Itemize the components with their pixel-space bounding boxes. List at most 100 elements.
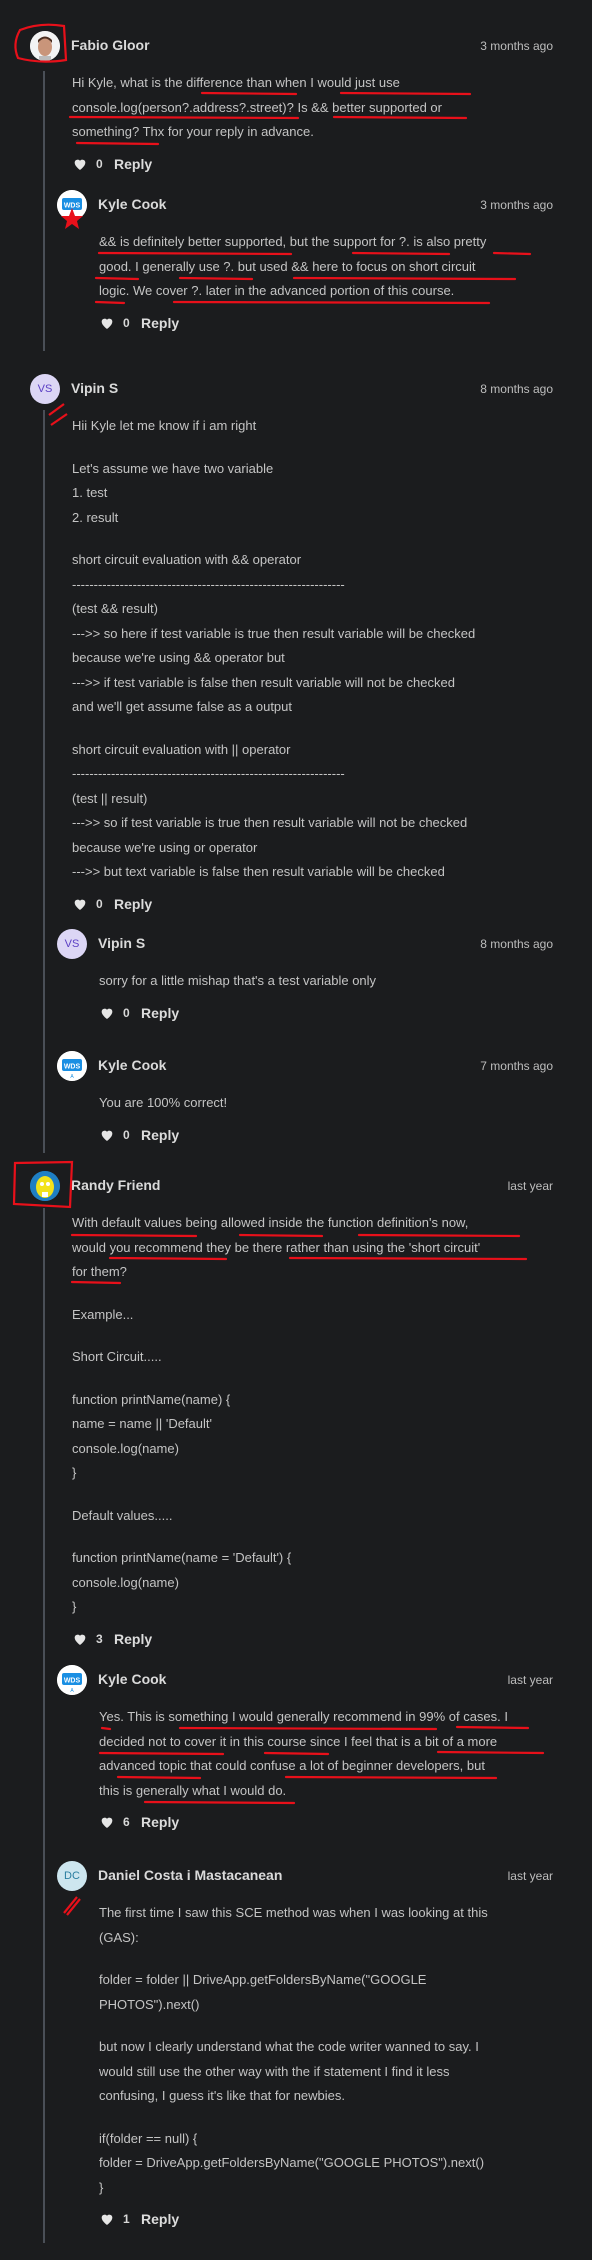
reply-button[interactable]: Reply xyxy=(141,1005,179,1021)
comment-text-line: Yes. This is something I would generally… xyxy=(99,1709,508,1724)
avatar[interactable]: VS xyxy=(30,374,60,404)
comment-text-line: 1. test xyxy=(72,485,108,500)
like-count: 0 xyxy=(123,315,130,330)
comment-text-line: Hi Kyle, what is the difference than whe… xyxy=(72,75,400,90)
comment-text-line: because we're using or operator xyxy=(72,839,258,855)
comment: WDS A Kyle Cook last year Yes. This is so… xyxy=(57,1665,553,1832)
comment-text-line: would you recommend they be there rather… xyxy=(72,1239,481,1255)
heart-icon[interactable] xyxy=(99,1127,115,1143)
comment-body: Yes. This is something I would generally… xyxy=(99,1705,553,1803)
heart-icon[interactable] xyxy=(99,1814,115,1830)
comment-actions: 0 Reply xyxy=(99,313,553,333)
reply-button[interactable]: Reply xyxy=(141,315,179,331)
like-count: 0 xyxy=(96,156,103,171)
avatar[interactable]: WDS A xyxy=(57,190,87,220)
comment-text-line: short circuit evaluation with && operato… xyxy=(72,552,302,567)
timestamp: last year xyxy=(507,1869,553,1883)
comment-actions: 3 Reply xyxy=(72,1629,553,1649)
comment-text-line: something? Thx for your reply in advance… xyxy=(72,124,314,139)
comment-body: Hi Kyle, what is the difference than whe… xyxy=(72,71,553,145)
comment-actions: 0 Reply xyxy=(99,1003,553,1023)
comment-header: WDS A Kyle Cook 7 months ago xyxy=(57,1051,553,1081)
author-name[interactable]: Fabio Gloor xyxy=(71,37,150,53)
comment-text-line: You are 100% correct! xyxy=(99,1095,228,1110)
heart-icon[interactable] xyxy=(72,156,88,172)
comment-text-line: Default values..... xyxy=(72,1507,173,1523)
author-name[interactable]: Kyle Cook xyxy=(98,1671,166,1687)
comment-header: WDS A Kyle Cook 3 months ago xyxy=(57,190,553,220)
author-name[interactable]: Kyle Cook xyxy=(98,196,166,212)
avatar[interactable]: VS xyxy=(57,929,87,959)
comment-text-line: ----------------------------------------… xyxy=(72,766,345,781)
avatar[interactable] xyxy=(30,1171,60,1201)
comment-text-line: --->> if test variable is false then res… xyxy=(72,674,455,690)
heart-icon[interactable] xyxy=(99,1005,115,1021)
avatar[interactable]: WDS A xyxy=(57,1665,87,1695)
comment: VS Vipin S 8 months ago sorry for a litt… xyxy=(57,929,553,1023)
comment-text-line: and we'll get assume false as a output xyxy=(72,699,293,714)
comment-body: The first time I saw this SCE method was… xyxy=(99,1901,553,2200)
comment-text-line: but now I clearly understand what the co… xyxy=(99,2039,479,2054)
avatar-initials: VS xyxy=(37,383,53,395)
comment-text-line: --->> but text variable is false then re… xyxy=(72,864,445,879)
avatar[interactable]: WDS A xyxy=(57,1051,87,1081)
author-name[interactable]: Daniel Costa i Mastacanean xyxy=(98,1867,282,1883)
author-name[interactable]: Vipin S xyxy=(98,935,145,951)
heart-icon[interactable] xyxy=(99,2211,115,2227)
heart-icon[interactable] xyxy=(72,896,88,912)
heart-icon[interactable] xyxy=(99,315,115,331)
comment-text-line: folder = DriveApp.getFoldersByName("GOOG… xyxy=(99,2155,485,2170)
comment-text-line: name = name || 'Default' xyxy=(72,1416,212,1431)
reply-button[interactable]: Reply xyxy=(114,896,152,912)
comment-header: DC Daniel Costa i Mastacanean last year xyxy=(57,1861,553,1891)
comment-text-line: function printName(name = 'Default') { xyxy=(72,1550,292,1565)
comment-text-line: && is definitely better supported, but t… xyxy=(99,234,487,249)
comment-actions: 0 Reply xyxy=(72,154,553,174)
avatar-initials: VS xyxy=(64,938,80,950)
comment-text-line: for them? xyxy=(72,1264,127,1279)
comment-actions: 1 Reply xyxy=(99,2209,553,2229)
comment-text-line: --->> so if test variable is true then r… xyxy=(72,815,468,830)
comment-text-line: 2. result xyxy=(72,509,119,525)
comment-text-line: console.log(name) xyxy=(72,1574,179,1590)
avatar[interactable] xyxy=(30,31,60,61)
comment-actions: 0 Reply xyxy=(72,894,553,914)
author-name[interactable]: Kyle Cook xyxy=(98,1057,166,1073)
comment-actions: 6 Reply xyxy=(99,1812,553,1832)
like-count: 3 xyxy=(96,1631,103,1646)
comment-text-line: folder = folder || DriveApp.getFoldersBy… xyxy=(99,1972,427,1987)
comment-header: Fabio Gloor 3 months ago xyxy=(30,31,553,61)
reply-button[interactable]: Reply xyxy=(141,1814,179,1830)
comment: WDS A Kyle Cook 3 months ago && is defini… xyxy=(57,190,553,333)
avatar[interactable]: DC xyxy=(57,1861,87,1891)
reply-button[interactable]: Reply xyxy=(114,156,152,172)
comment-actions: 0 Reply xyxy=(99,1125,553,1145)
reply-button[interactable]: Reply xyxy=(141,1127,179,1143)
comment-text-line: Example... xyxy=(72,1306,134,1322)
reply-button[interactable]: Reply xyxy=(114,1631,152,1647)
comment: WDS A Kyle Cook 7 months ago You are 100%… xyxy=(57,1051,553,1145)
comment-text-line: function printName(name) { xyxy=(72,1391,231,1407)
reply-button[interactable]: Reply xyxy=(141,2211,179,2227)
timestamp: last year xyxy=(507,1179,553,1193)
author-name[interactable]: Vipin S xyxy=(71,380,118,396)
svg-text:WDS: WDS xyxy=(64,203,81,210)
comment-text-line: Let's assume we have two variable xyxy=(72,460,274,476)
comment-text-line: PHOTOS").next() xyxy=(99,1996,200,2012)
avatar-initials: DC xyxy=(64,1870,80,1882)
comment-text-line: console.log(person?.address?.street)? Is… xyxy=(72,99,442,115)
author-name[interactable]: Randy Friend xyxy=(71,1177,160,1193)
comment-text-line: this is generally what I would do. xyxy=(99,1782,287,1798)
comment-header: VS Vipin S 8 months ago xyxy=(30,374,553,404)
heart-icon[interactable] xyxy=(72,1631,88,1647)
comment-text-line: confusing, I guess it's like that for ne… xyxy=(99,2088,345,2103)
comment-text-line: } xyxy=(72,1599,77,1614)
comment-text-line: (test || result) xyxy=(72,790,148,806)
comment: Randy Friend last year With default valu… xyxy=(30,1171,553,1649)
